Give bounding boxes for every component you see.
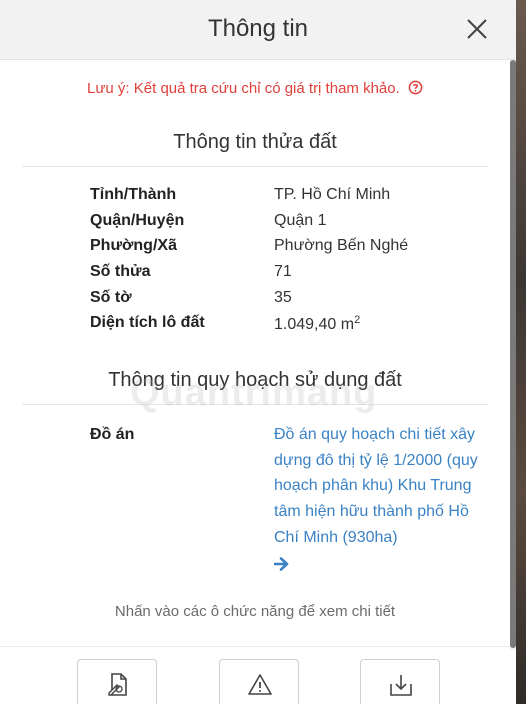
info-row-province: Tỉnh/Thành TP. Hồ Chí Minh — [90, 186, 490, 212]
disclaimer-note: Lưu ý: Kết quả tra cứu chỉ có giá trị th… — [0, 80, 510, 97]
area-unit-superscript: 2 — [354, 314, 361, 327]
area-value: 1.049,40 m — [274, 316, 355, 334]
document-edit-icon — [108, 673, 127, 696]
scrollbar-thumb[interactable] — [510, 60, 516, 648]
parcel-section-title: Thông tin thửa đất — [22, 131, 488, 167]
info-value: 1.049,40 m2 — [274, 314, 490, 340]
close-icon — [467, 19, 487, 39]
info-label: Số tờ — [90, 288, 132, 306]
info-row-area: Diện tích lô đất 1.049,40 m2 — [90, 314, 490, 340]
action-bar — [0, 646, 516, 704]
disclaimer-text: Lưu ý: Kết quả tra cứu chỉ có giá trị th… — [87, 80, 400, 97]
info-row-district: Quận/Huyện Quận 1 — [90, 212, 490, 238]
dialog-title: Thông tin — [207, 15, 309, 42]
dialog-body[interactable]: Lưu ý: Kết quả tra cứu chỉ có giá trị th… — [0, 60, 516, 704]
plan-link-text[interactable]: Đồ án quy hoạch chi tiết xây dựng đô thị… — [274, 426, 478, 546]
close-button[interactable] — [462, 14, 492, 44]
plan-link[interactable]: Đồ án quy hoạch chi tiết xây dựng đô thị… — [274, 422, 488, 571]
info-value: 71 — [274, 263, 292, 281]
document-edit-button[interactable] — [77, 659, 157, 704]
scrollbar[interactable] — [510, 60, 516, 650]
info-label: Diện tích lô đất — [90, 314, 205, 332]
info-label: Tỉnh/Thành — [90, 186, 177, 203]
arrow-right-icon[interactable] — [274, 556, 290, 571]
dialog-header: Thông tin — [0, 0, 516, 60]
download-icon — [390, 675, 412, 696]
plan-label: Đồ án — [90, 426, 135, 443]
info-value: Phường Bến Nghé — [274, 237, 409, 255]
info-label: Số thửa — [90, 263, 151, 281]
hint-text: Nhấn vào các ô chức năng để xem chi tiết — [114, 603, 396, 620]
info-row-parcel-number: Số thửa 71 — [90, 263, 490, 289]
info-row-ward: Phường/Xã Phường Bến Nghé — [90, 237, 490, 263]
info-dialog: Thông tin Lưu ý: Kết quả tra cứu chỉ có … — [0, 0, 516, 704]
info-label: Phường/Xã — [90, 237, 177, 255]
warning-button[interactable] — [219, 659, 299, 704]
info-value: TP. Hồ Chí Minh — [274, 186, 391, 203]
info-label: Quận/Huyện — [90, 211, 185, 229]
download-button[interactable] — [360, 659, 440, 704]
warning-icon — [248, 674, 272, 695]
parcel-info-table: Tỉnh/Thành TP. Hồ Chí Minh Quận/Huyện Qu… — [90, 186, 490, 340]
question-circle-icon[interactable] — [408, 80, 423, 95]
info-row-sheet-number: Số tờ 35 — [90, 289, 490, 315]
info-value: 35 — [274, 288, 292, 306]
watermark: Quantrimang — [130, 372, 378, 414]
info-value: Quận 1 — [274, 211, 327, 229]
